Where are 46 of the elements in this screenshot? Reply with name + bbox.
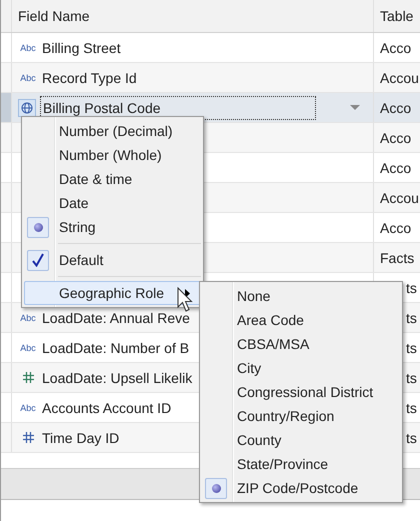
field-name: Time Day ID [42, 430, 120, 446]
table-name: Acco [380, 160, 412, 176]
menu-item[interactable]: City [202, 356, 400, 380]
menu-item[interactable]: Congressional District [202, 380, 400, 404]
table-name: ts [405, 400, 417, 416]
field-name: LoadDate: Upsell Likelik [42, 370, 192, 386]
field-name: Billing Street [42, 40, 121, 56]
type-label: Abc [19, 312, 37, 322]
menu-item[interactable]: None [202, 284, 400, 308]
table-name: Acco [380, 220, 412, 236]
column-header[interactable]: Table [374, 0, 420, 32]
menu-item[interactable]: String [24, 215, 201, 239]
table-name: ts [405, 340, 417, 356]
menu-item[interactable]: Number (Whole) [24, 143, 201, 167]
menu-item[interactable]: Geographic Role [24, 281, 201, 305]
type-label: Abc [19, 72, 37, 82]
table-name: Accou [380, 70, 419, 86]
table-name: Facts [380, 250, 414, 266]
menu-item[interactable]: County [202, 428, 400, 452]
type-label: Abc [19, 342, 37, 352]
menu-item[interactable]: Number (Decimal) [24, 119, 201, 143]
menu-item[interactable]: State/Province [202, 452, 400, 476]
table-name: ts [405, 430, 417, 446]
table-name: Acco [380, 100, 412, 116]
menu-item[interactable]: Date & time [24, 167, 201, 191]
column-header[interactable]: Field Name [12, 0, 374, 32]
table-name: ts [405, 310, 417, 326]
field-name: Accounts Account ID [42, 400, 172, 416]
table-name: Acco [380, 40, 412, 56]
menu-item[interactable]: Country/Region [202, 404, 400, 428]
globe-icon [21, 102, 33, 114]
table-name: ts [405, 280, 417, 296]
menu-item[interactable]: Date [24, 191, 201, 215]
menu-item[interactable]: ZIP Code/Postcode [202, 476, 400, 500]
table-name: Accou [380, 190, 419, 206]
menu-item[interactable]: Default [24, 248, 201, 272]
field-name: Record Type Id [42, 70, 137, 86]
table-name: Acco [380, 130, 412, 146]
type-label: Abc [19, 42, 37, 52]
menu-item[interactable]: CBSA/MSA [202, 332, 400, 356]
table-name: ts [405, 370, 417, 386]
menu-item[interactable]: Area Code [202, 308, 400, 332]
type-label: Abc [19, 402, 37, 412]
field-name: LoadDate: Number of B [42, 340, 190, 356]
caret-icon[interactable] [350, 105, 360, 110]
field-name: LoadDate: Annual Reve [42, 310, 190, 326]
